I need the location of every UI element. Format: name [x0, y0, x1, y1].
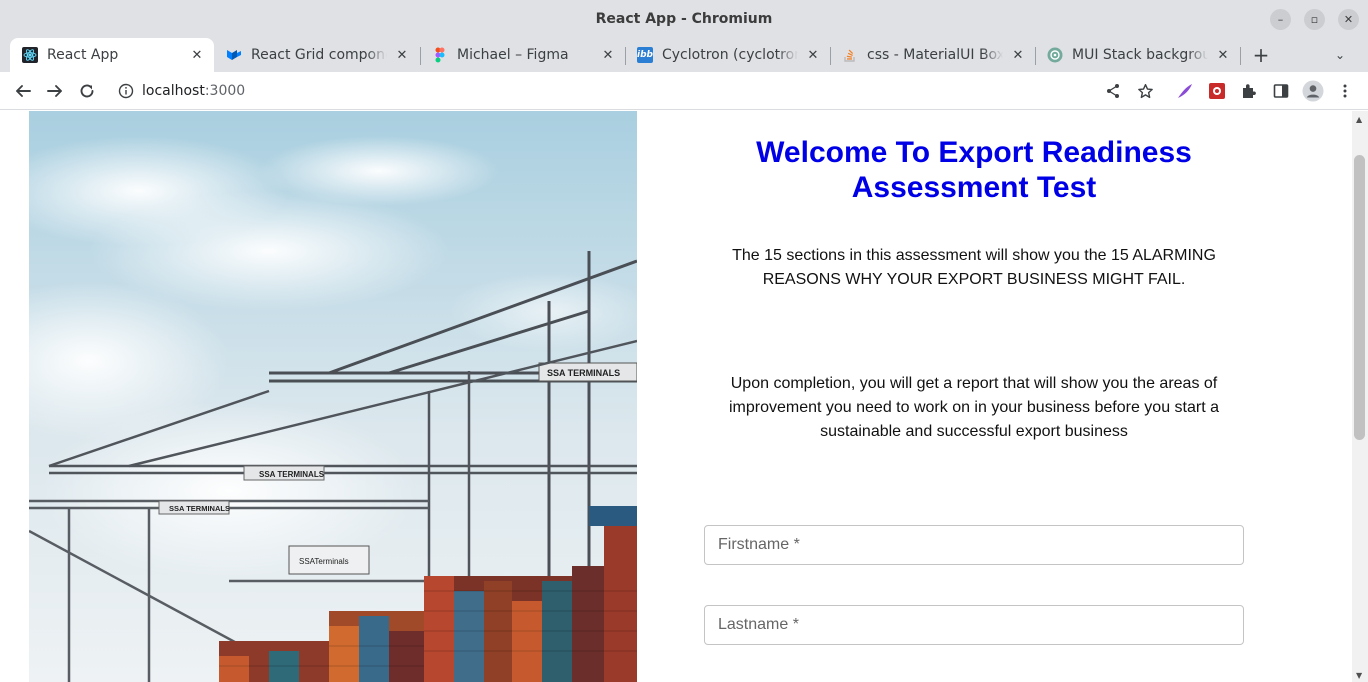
stackoverflow-icon — [842, 47, 858, 63]
firstname-field[interactable] — [704, 525, 1244, 565]
bookmark-star-icon[interactable] — [1134, 80, 1156, 102]
browser-toolbar: localhost:3000 — [0, 72, 1368, 110]
assessment-intro: Welcome To Export Readiness Assessment T… — [700, 111, 1248, 682]
new-tab-button[interactable]: + — [1250, 43, 1272, 67]
close-window-button[interactable]: ✕ — [1338, 9, 1359, 30]
tab-mui-stack[interactable]: MUI Stack background ✕ — [1035, 38, 1240, 72]
maximize-button[interactable]: ▫ — [1304, 9, 1325, 30]
scroll-up-arrow-icon[interactable]: ▲ — [1356, 115, 1362, 124]
tab-close-icon[interactable]: ✕ — [1214, 46, 1232, 64]
tab-search-button[interactable]: ⌄ — [1330, 44, 1350, 66]
tab-close-icon[interactable]: ✕ — [599, 46, 617, 64]
address-bar[interactable]: localhost:3000 — [110, 76, 1170, 106]
reload-icon — [80, 84, 94, 98]
tab-react-grid[interactable]: React Grid component ✕ — [214, 38, 419, 72]
forward-button[interactable] — [43, 79, 67, 103]
forward-arrow-icon — [47, 85, 62, 97]
tab-label: React Grid component — [251, 47, 387, 63]
url-port: :3000 — [204, 83, 246, 99]
tab-close-icon[interactable]: ✕ — [804, 46, 822, 64]
intro-text: The 15 sections in this assessment will … — [732, 247, 1216, 288]
minimize-button[interactable]: – — [1270, 9, 1291, 30]
tab-close-icon[interactable]: ✕ — [1009, 46, 1027, 64]
tab-stackoverflow[interactable]: css - MaterialUI Box takes ✕ — [830, 38, 1035, 72]
reload-button[interactable] — [75, 79, 99, 103]
lastname-input[interactable] — [705, 606, 1243, 644]
port-cranes-photo: SSA TERMINALS SSA TERMINALS SSA TERMINAL… — [29, 111, 637, 682]
url-host: localhost — [142, 83, 205, 99]
crane-sign-2: SSA TERMINALS — [259, 470, 325, 479]
window-title: React App - Chromium — [595, 11, 773, 27]
tab-strip: React App ✕ React Grid component ✕ Micha… — [0, 38, 1368, 72]
mui-icon — [226, 47, 242, 63]
side-panel-icon[interactable] — [1270, 80, 1292, 102]
tab-cyclotron[interactable]: ibb Cyclotron (cyclotron) ✕ — [625, 38, 830, 72]
feather-extension-icon[interactable] — [1174, 80, 1196, 102]
page-scrollbar[interactable]: ▲ ▼ — [1352, 111, 1368, 682]
window-titlebar: React App - Chromium – ▫ ✕ — [0, 0, 1368, 38]
chatgpt-icon — [1047, 47, 1063, 63]
share-icon[interactable] — [1102, 80, 1124, 102]
lastname-field[interactable] — [704, 605, 1244, 645]
firstname-input[interactable] — [705, 526, 1243, 564]
site-info-icon[interactable] — [118, 83, 134, 99]
chrome-menu-icon[interactable] — [1334, 80, 1356, 102]
tab-close-icon[interactable]: ✕ — [393, 46, 411, 64]
scrollbar-thumb[interactable] — [1354, 155, 1365, 440]
tab-label: MUI Stack background — [1072, 47, 1208, 63]
tab-label: Cyclotron (cyclotron) — [662, 47, 798, 63]
tab-label: css - MaterialUI Box takes — [867, 47, 1003, 63]
scroll-down-arrow-icon[interactable]: ▼ — [1356, 671, 1362, 680]
tab-react-app[interactable]: React App ✕ — [10, 38, 214, 72]
page-title: Welcome To Export Readiness Assessment T… — [756, 136, 1192, 204]
figma-icon — [432, 47, 448, 63]
extensions-puzzle-icon[interactable] — [1238, 80, 1260, 102]
back-arrow-icon — [16, 85, 31, 97]
tab-separator — [1240, 47, 1241, 65]
tab-label: Michael – Figma — [457, 47, 569, 63]
tab-figma[interactable]: Michael – Figma ✕ — [420, 38, 625, 72]
profile-avatar-icon[interactable] — [1302, 80, 1324, 102]
red-extension-icon[interactable] — [1206, 80, 1228, 102]
crane-sign-3: SSA TERMINALS — [169, 504, 230, 513]
crane-sign-4: SSATerminals — [299, 557, 349, 566]
completion-text: Upon completion, you will get a report t… — [728, 375, 1220, 440]
back-button[interactable] — [11, 79, 35, 103]
tab-label: React App — [47, 47, 119, 63]
react-icon — [22, 47, 38, 63]
page-viewport: SSA TERMINALS SSA TERMINALS SSA TERMINAL… — [0, 111, 1368, 682]
tab-close-icon[interactable]: ✕ — [188, 46, 206, 64]
ibb-icon: ibb — [637, 47, 653, 63]
crane-sign-1: SSA TERMINALS — [547, 368, 620, 378]
